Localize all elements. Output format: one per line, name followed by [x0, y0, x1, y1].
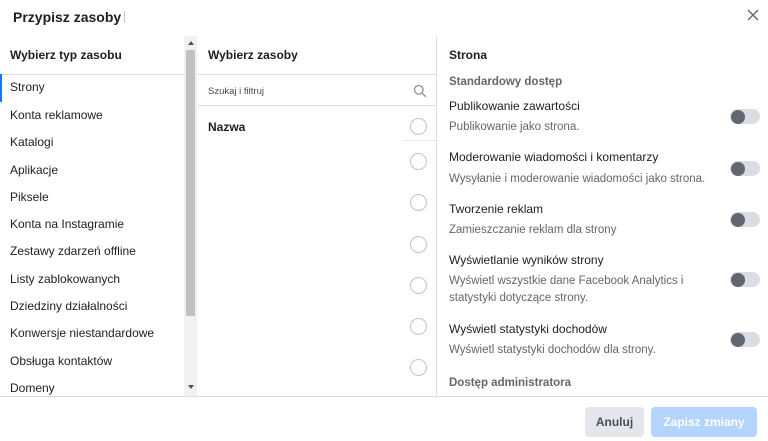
cancel-button[interactable]: Anuluj [585, 407, 644, 437]
permission-title: Moderowanie wiadomości i komentarzy [449, 150, 659, 164]
permission-description: Wysyłanie i moderowanie wiadomości jako … [449, 173, 706, 185]
resource-type-item[interactable]: Listy zablokowanych [0, 266, 184, 293]
scroll-down-arrow-icon[interactable] [184, 382, 197, 392]
permission-description: Wyświetl statystyki dochodów dla strony. [449, 344, 656, 356]
scrollbar-thumb[interactable] [186, 50, 195, 316]
admin-access-label: Dostęp administratora [449, 377, 572, 389]
close-icon[interactable] [744, 6, 762, 24]
resource-type-item[interactable]: Konwersje niestandardowe [0, 320, 184, 347]
permission-toggle[interactable] [730, 332, 760, 347]
dialog-title: Przypisz zasoby [13, 9, 126, 25]
permission-toggle[interactable] [730, 109, 760, 124]
select-resources-header: Wybierz zasoby [208, 48, 298, 62]
resource-select-panel: Wybierz zasoby Nazwa [198, 36, 437, 396]
resource-type-item[interactable]: Konta reklamowe [0, 102, 184, 129]
resource-radio[interactable] [410, 118, 427, 135]
permission-title: Wyświetlanie wyników strony [449, 253, 604, 267]
resource-radio[interactable] [410, 277, 427, 294]
permission-toggle[interactable] [730, 272, 760, 287]
dialog-header: Przypisz zasoby [0, 0, 768, 36]
permissions-header: Strona [449, 48, 488, 62]
search-input[interactable] [208, 81, 398, 101]
permission-toggle[interactable] [730, 161, 760, 176]
toggle-knob [731, 332, 745, 347]
permission-description: Zamieszczanie reklam dla strony [449, 224, 617, 236]
scroll-up-arrow-icon[interactable] [184, 38, 197, 48]
resource-type-item[interactable]: Aplikacje [0, 157, 184, 184]
search-icon[interactable] [413, 84, 427, 98]
search-bar [198, 74, 436, 106]
toggle-knob [731, 161, 745, 176]
resource-type-item[interactable]: Obsługa kontaktów [0, 348, 184, 375]
resource-type-panel: Wybierz typ zasobu Strony Konta reklamowe… [0, 36, 198, 396]
permission-description: Wyświetl wszystkie dane Facebook Analyti… [449, 275, 684, 304]
resource-type-item[interactable]: Zestawy zdarzeń offline [0, 238, 184, 265]
save-changes-button[interactable]: Zapisz zmiany [651, 407, 757, 437]
text-cursor [124, 11, 126, 23]
permission-title: Publikowanie zawartości [449, 99, 580, 113]
dialog-footer: Anuluj Zapisz zmiany [0, 396, 768, 441]
divider [404, 140, 436, 141]
resource-radio[interactable] [410, 236, 427, 253]
toggle-knob [731, 109, 745, 124]
permission-toggle[interactable] [730, 212, 760, 227]
resource-type-item[interactable]: Konta na Instagramie [0, 211, 184, 238]
toggle-knob [731, 272, 745, 287]
permissions-panel: Strona Standardowy dostęp Publikowanie z… [438, 36, 768, 396]
resource-type-item[interactable]: Katalogi [0, 129, 184, 156]
resource-type-item[interactable]: Piksele [0, 184, 184, 211]
resource-radio[interactable] [410, 318, 427, 335]
resource-type-header: Wybierz typ zasobu [10, 48, 122, 62]
name-column-header: Nazwa [208, 120, 246, 134]
scrollbar[interactable] [184, 36, 197, 396]
resource-radio[interactable] [410, 359, 427, 376]
resource-type-item[interactable]: Dziedziny działalności [0, 293, 184, 320]
resource-type-list: Strony Konta reklamowe Katalogi Aplikacje Pi… [0, 74, 184, 396]
permission-description: Publikowanie jako strona. [449, 121, 580, 133]
standard-access-label: Standardowy dostęp [449, 76, 563, 88]
resource-type-item[interactable]: Domeny [0, 375, 184, 396]
permission-title: Tworzenie reklam [449, 202, 544, 216]
toggle-knob [731, 212, 745, 227]
permission-title: Wyświetl statystyki dochodów [449, 322, 607, 336]
resource-radio[interactable] [410, 153, 427, 170]
resource-radio[interactable] [410, 194, 427, 211]
resource-type-item[interactable]: Strony [0, 74, 184, 102]
